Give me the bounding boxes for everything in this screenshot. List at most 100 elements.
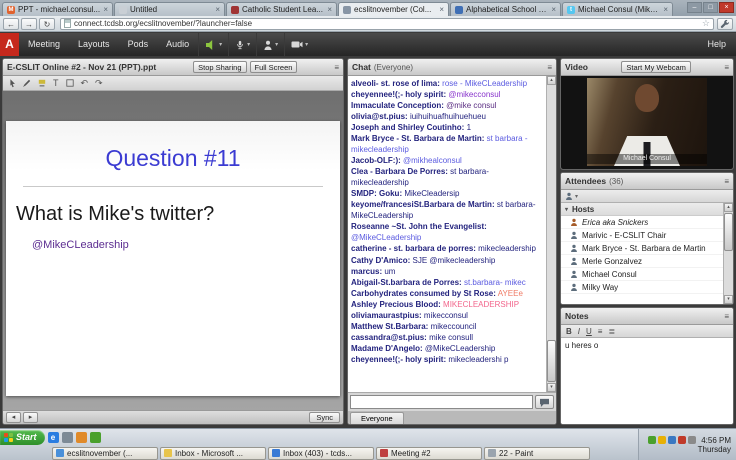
bullet-list-icon[interactable]: ≡ (598, 326, 603, 337)
wrench-menu-icon[interactable] (717, 18, 733, 30)
browser-tab-twitter[interactable]: t Michael Consul (Mike... × (562, 2, 673, 16)
url-text[interactable]: connect.tcdsb.org/ecslitnovember/?launch… (74, 19, 699, 28)
forward-button[interactable]: → (21, 18, 37, 30)
address-bar[interactable]: connect.tcdsb.org/ecslitnovember/?launch… (60, 18, 714, 30)
next-slide-button[interactable]: ▸ (23, 412, 38, 423)
pod-options-icon[interactable]: ≡ (724, 312, 729, 321)
browser-tab-ecslitnovember[interactable]: ecslitnovember (Col... × (338, 2, 449, 16)
pointer-tool-icon[interactable] (9, 79, 16, 88)
scroll-down-icon[interactable]: ▾ (724, 295, 733, 304)
chat-tab-everyone[interactable]: Everyone (350, 412, 404, 424)
browser-tab-catholic-student[interactable]: Catholic Student Lea... × (226, 2, 337, 16)
task-button-inbox-webmail[interactable]: Inbox (403) - tcds... (268, 447, 374, 460)
browser-tab-untitled[interactable]: Untitled × (114, 2, 225, 16)
maximize-button[interactable]: □ (703, 2, 718, 13)
redo-icon[interactable]: ↷ (95, 78, 103, 88)
scroll-down-icon[interactable]: ▾ (547, 383, 556, 392)
start-webcam-button[interactable]: Start My Webcam (621, 61, 690, 73)
tab-close-icon[interactable]: × (439, 6, 444, 14)
chat-text: @mike consul (446, 101, 496, 110)
task-button-meeting[interactable]: Meeting #2 (376, 447, 482, 460)
stop-sharing-button[interactable]: Stop Sharing (193, 61, 246, 73)
quick-launch-browser-icon[interactable]: e (48, 432, 59, 443)
hosts-group-header[interactable]: ▾ Hosts (561, 203, 723, 216)
tab-close-icon[interactable]: × (327, 6, 332, 14)
task-button-inbox-outlook[interactable]: Inbox - Microsoft ... (160, 447, 266, 460)
text-tool-icon[interactable]: T (53, 78, 59, 88)
tray-icon[interactable] (658, 436, 666, 444)
refresh-button[interactable]: ↻ (39, 18, 55, 30)
chat-input[interactable] (350, 395, 533, 409)
chat-message: olivia@st.pius: iuihuihuafhuihuehueu (351, 111, 544, 122)
browser-tab-ppt[interactable]: M PPT - michael.consul... × (2, 2, 113, 16)
full-screen-button[interactable]: Full Screen (250, 61, 298, 73)
sync-button[interactable]: Sync (309, 412, 340, 423)
scroll-up-icon[interactable]: ▴ (547, 76, 556, 85)
back-button[interactable]: ← (3, 18, 19, 30)
status-person-icon[interactable] (565, 192, 573, 200)
tray-icon[interactable] (678, 436, 686, 444)
chat-message: cassandra@st.pius: mike consull (351, 332, 544, 343)
send-message-button[interactable] (535, 395, 554, 409)
attendee-row[interactable]: Merle Gonzalvez (561, 255, 723, 268)
menu-layouts[interactable]: Layouts (69, 33, 119, 56)
quick-launch-mail-icon[interactable] (90, 432, 101, 443)
task-button-paint[interactable]: 22 - Paint (484, 447, 590, 460)
notes-pod-header: Notes ≡ (561, 308, 733, 325)
bold-icon[interactable]: B (566, 326, 572, 337)
pod-options-icon[interactable]: ≡ (724, 177, 729, 186)
italic-icon[interactable]: I (578, 326, 580, 337)
status-button[interactable]: ▾ (256, 33, 284, 56)
pod-options-icon[interactable]: ≡ (724, 63, 729, 72)
tray-icon[interactable] (688, 436, 696, 444)
attendee-row[interactable]: Marivic - E-CSLIT Chair (561, 229, 723, 242)
pod-options-icon[interactable]: ≡ (334, 63, 339, 72)
scroll-up-icon[interactable]: ▴ (724, 203, 733, 212)
tab-close-icon[interactable]: × (663, 6, 668, 14)
bookmark-star-icon[interactable]: ☆ (702, 19, 710, 28)
help-button[interactable]: Help (697, 33, 736, 56)
chat-sender: cassandra@st.pius: (351, 333, 427, 342)
highlighter-tool-icon[interactable] (38, 79, 46, 87)
menu-pods[interactable]: Pods (119, 33, 158, 56)
chat-scrollbar[interactable]: ▴ ▾ (546, 76, 556, 392)
webcam-button[interactable]: ▾ (284, 33, 314, 56)
attendees-toolbar: ▾ (561, 190, 733, 203)
pen-tool-icon[interactable] (23, 79, 31, 87)
chevron-down-icon[interactable]: ▾ (575, 193, 578, 200)
attendees-scrollbar[interactable]: ▴ ▾ (723, 203, 733, 304)
browser-tab-alphabetical-school[interactable]: Alphabetical School D... × (450, 2, 561, 16)
task-button-ecslitnovember[interactable]: ecslitnovember (... (52, 447, 158, 460)
pod-options-icon[interactable]: ≡ (547, 63, 552, 72)
scrollbar-thumb[interactable] (547, 340, 556, 382)
connect-stage: E-CSLIT Online #2 - Nov 21 (PPT).ppt Sto… (0, 56, 736, 428)
numbered-list-icon[interactable]: ≣ (608, 326, 615, 337)
host-icon (570, 283, 578, 291)
attendee-row[interactable]: Milky Way (561, 281, 723, 294)
attendee-row[interactable]: Mark Bryce - St. Barbara de Martin (561, 242, 723, 255)
tab-close-icon[interactable]: × (103, 6, 108, 14)
scrollbar-thumb[interactable] (724, 213, 733, 251)
notes-content[interactable]: u heres o (561, 338, 733, 424)
menu-audio[interactable]: Audio (157, 33, 198, 56)
quick-launch-media-icon[interactable] (76, 432, 87, 443)
underline-icon[interactable]: U (586, 326, 592, 337)
microphone-button[interactable]: ▾ (228, 33, 256, 56)
shape-tool-icon[interactable] (66, 79, 74, 87)
menu-meeting[interactable]: Meeting (19, 33, 69, 56)
attendee-row[interactable]: Erica aka Snickers (561, 216, 723, 229)
system-tray: 4:56 PM Thursday (638, 429, 736, 460)
speaker-button[interactable]: ▾ (198, 33, 228, 56)
previous-slide-button[interactable]: ◂ (6, 412, 21, 423)
start-button[interactable]: Start (0, 430, 45, 445)
tab-close-icon[interactable]: × (215, 6, 220, 14)
tray-icon[interactable] (648, 436, 656, 444)
undo-icon[interactable]: ↶ (81, 78, 89, 88)
minimize-button[interactable]: – (687, 2, 702, 13)
attendee-row[interactable]: Michael Consul (561, 268, 723, 281)
quick-launch-desktop-icon[interactable] (62, 432, 73, 443)
chat-sender: catherine - st. barbara de porres: (351, 244, 476, 253)
tray-icon[interactable] (668, 436, 676, 444)
close-button[interactable]: × (719, 2, 734, 13)
tab-close-icon[interactable]: × (551, 6, 556, 14)
